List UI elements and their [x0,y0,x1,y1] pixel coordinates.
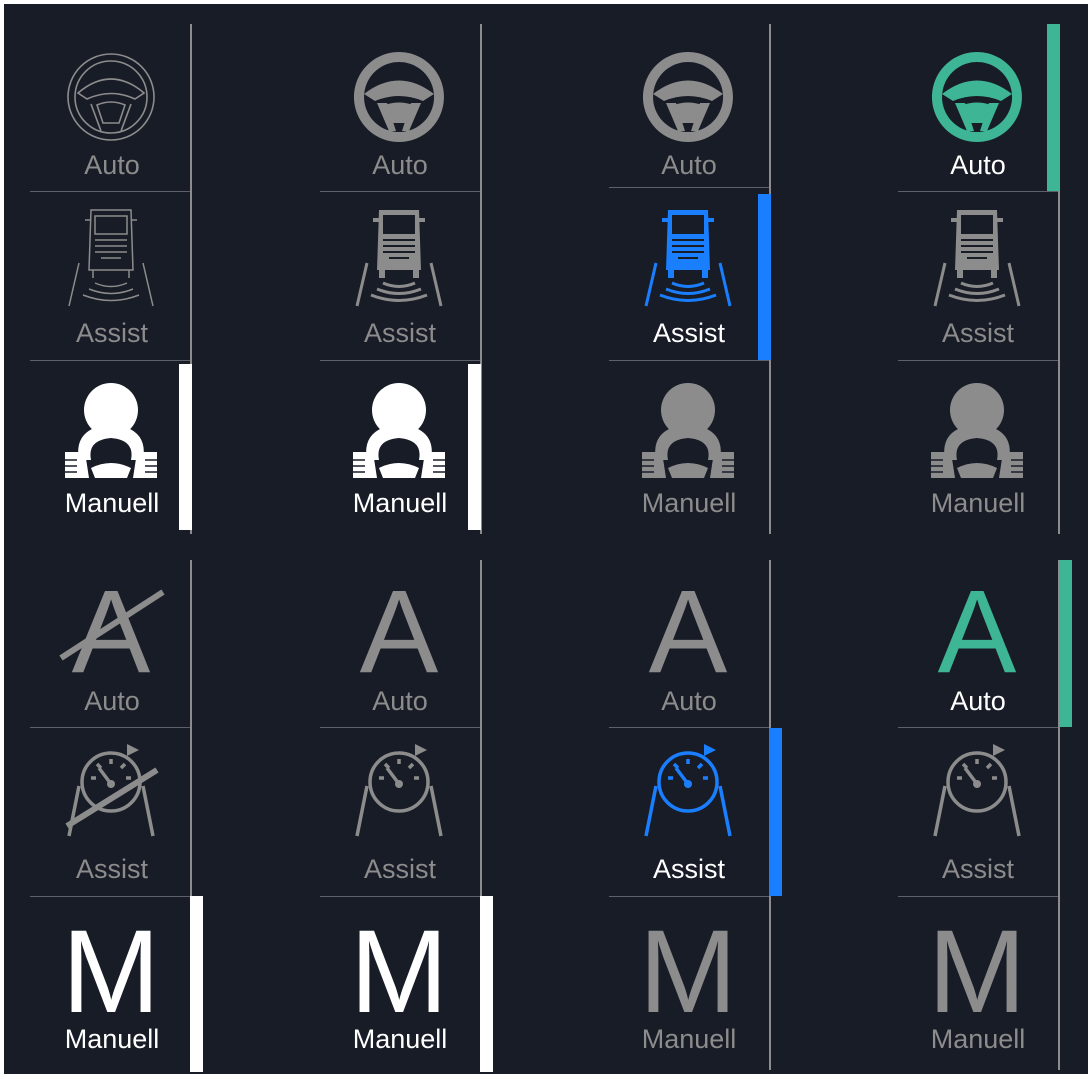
row-divider [609,727,769,728]
truck-lane-assist-icon[interactable] [349,208,449,308]
mode-label-assist: Assist [652,318,725,348]
mode-label-auto: Auto [661,686,717,716]
driver-hands-on-wheel-icon[interactable] [927,380,1027,480]
steering-wheel-icon[interactable] [349,47,449,147]
mode-label-assist: Assist [75,854,148,884]
steering-wheel-icon[interactable] [927,47,1027,147]
mode-label-auto: Auto [661,150,717,180]
letter-a: A [360,566,439,698]
mode-label-manual: Manuell [930,1024,1026,1054]
row-divider [30,727,190,728]
row-divider [898,360,1058,361]
driver-hands-on-wheel-icon[interactable] [61,380,161,480]
mode-label-assist: Assist [941,318,1014,348]
mode-label-assist: Assist [75,318,148,348]
letter-a-icon[interactable]: A [339,566,459,698]
row-divider [320,727,480,728]
letter-m-icon[interactable]: M [628,906,748,1038]
letter-m: M [350,906,448,1038]
driver-hands-on-wheel-icon[interactable] [349,380,449,480]
mode-label-manual: Manuell [64,488,160,518]
speedometer-lane-icon[interactable] [349,742,449,842]
mode-label-assist: Assist [941,854,1014,884]
row-divider [609,187,769,188]
mode-label-auto: Auto [372,150,428,180]
mode-label-manual: Manuell [641,1024,737,1054]
letter-m-icon[interactable]: M [917,906,1037,1038]
row-divider [30,360,190,361]
speedometer-lane-icon[interactable] [61,742,161,842]
row-divider [320,360,480,361]
row-divider [320,191,480,192]
mode-label-assist: Assist [363,318,436,348]
mode-label-manual: Manuell [641,488,737,518]
letter-a: A [72,566,151,698]
letter-m: M [639,906,737,1038]
mode-label-assist: Assist [363,854,436,884]
mode-label-auto: Auto [372,686,428,716]
row-divider [609,360,769,361]
row-divider [320,896,480,897]
mode-label-assist: Assist [652,854,725,884]
truck-lane-assist-icon[interactable] [61,208,161,308]
speedometer-lane-icon[interactable] [927,742,1027,842]
letter-a: A [649,566,728,698]
speedometer-lane-icon[interactable] [638,742,738,842]
letter-a: A [938,566,1017,698]
mode-label-auto: Auto [84,686,140,716]
truck-lane-assist-icon[interactable] [638,208,738,308]
truck-lane-assist-icon[interactable] [927,208,1027,308]
row-divider [609,896,769,897]
mode-label-manual: Manuell [930,488,1026,518]
row-divider [898,896,1058,897]
letter-m-icon[interactable]: M [339,906,459,1038]
row-divider [898,727,1058,728]
letter-a-icon[interactable]: A [628,566,748,698]
steering-wheel-icon[interactable] [638,47,738,147]
steering-wheel-icon[interactable] [61,47,161,147]
letter-a-icon[interactable]: A [51,566,171,698]
mode-label-manual: Manuell [64,1024,160,1054]
letter-m-icon[interactable]: M [51,906,171,1038]
driver-hands-on-wheel-icon[interactable] [638,380,738,480]
mode-label-manual: Manuell [352,488,448,518]
letter-m: M [62,906,160,1038]
row-divider [30,896,190,897]
driving-mode-icon-sheet: Auto Assist Manuell Auto Assist Manuell … [4,4,1088,1074]
mode-label-manual: Manuell [352,1024,448,1054]
mode-label-auto: Auto [84,150,140,180]
letter-m: M [928,906,1026,1038]
row-divider [898,191,1058,192]
mode-label-auto: Auto [950,150,1006,180]
row-divider [30,191,190,192]
mode-label-auto: Auto [950,686,1006,716]
letter-a-icon[interactable]: A [917,566,1037,698]
